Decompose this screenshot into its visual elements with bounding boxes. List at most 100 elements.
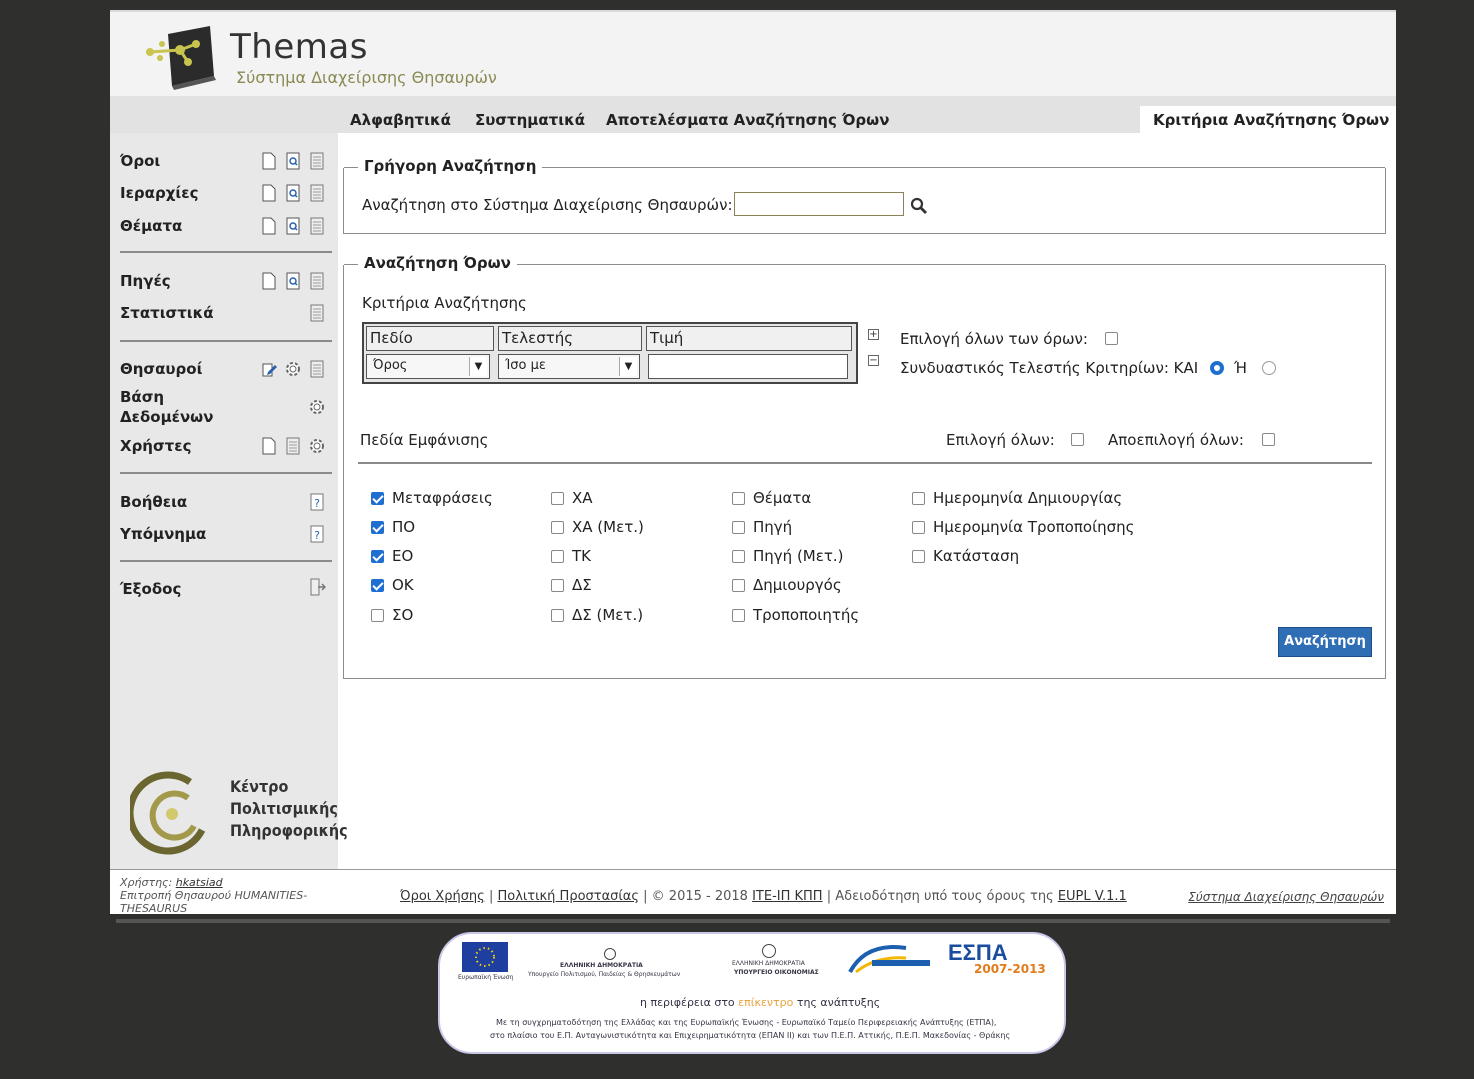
- field-label: Πηγή: [753, 518, 793, 536]
- add-criterion-icon[interactable]: +: [868, 329, 879, 340]
- ministry2-emblem-icon: [762, 944, 776, 958]
- eu-flag-icon: [462, 942, 508, 972]
- footer-system-link[interactable]: Σύστημα Διαχείρισης Θησαυρών: [1188, 890, 1384, 904]
- search-document-icon[interactable]: [284, 271, 302, 291]
- field-label: Δημιουργός: [753, 576, 842, 594]
- quick-search-label: Αναζήτηση στο Σύστημα Διαχείρισης Θησαυρ…: [362, 196, 733, 214]
- sidebar: Όροι Ιεραρχίες Θέματα Πηγές Στατιστικά Θ…: [110, 133, 348, 869]
- sidebar-item-statistics[interactable]: Στατιστικά: [120, 303, 214, 323]
- new-document-icon[interactable]: [260, 216, 278, 236]
- edit-icon[interactable]: [260, 359, 278, 379]
- deselect-all-checkbox[interactable]: [1262, 433, 1275, 446]
- epan-logo-icon: [846, 942, 932, 982]
- privacy-link[interactable]: Πολιτική Προστασίας: [497, 889, 639, 904]
- sidebar-item-legend[interactable]: Υπόμνημα: [120, 524, 206, 544]
- legend-line: [536, 167, 1385, 168]
- remove-criterion-icon[interactable]: −: [868, 355, 879, 366]
- search-document-icon[interactable]: [284, 183, 302, 203]
- user-name-link[interactable]: hkatsiad: [176, 876, 223, 889]
- sidebar-item-users[interactable]: Χρήστες: [120, 436, 191, 456]
- field-checkbox-status[interactable]: [912, 550, 925, 563]
- list-document-icon[interactable]: [308, 271, 326, 291]
- sidebar-item-thesauri[interactable]: Θησαυροί: [120, 359, 202, 379]
- field-label: Ημερομηνία Δημιουργίας: [933, 489, 1123, 507]
- and-radio[interactable]: [1210, 361, 1224, 375]
- footer-user-info: Χρήστης: hkatsiad Επιτροπή Θησαυρού HUMA…: [120, 876, 340, 915]
- field-checkbox-eo[interactable]: [371, 550, 384, 563]
- help-icon[interactable]: ?: [308, 492, 326, 512]
- tab-search-criteria[interactable]: Κριτήρια Αναζήτησης Όρων: [1140, 106, 1396, 133]
- field-checkbox-creator[interactable]: [732, 579, 745, 592]
- field-checkbox-so[interactable]: [371, 609, 384, 622]
- search-document-icon[interactable]: [284, 151, 302, 171]
- sidebar-divider: [120, 340, 332, 342]
- search-document-icon[interactable]: [284, 216, 302, 236]
- tab-systematic[interactable]: Συστηματικά: [475, 111, 585, 129]
- quick-search-input[interactable]: [734, 192, 904, 216]
- term-search-legend: Αναζήτηση Όρων: [358, 254, 517, 272]
- sidebar-item-hierarchies[interactable]: Ιεραρχίες: [120, 183, 198, 203]
- operator-select[interactable]: Ίσο με ▼: [498, 354, 640, 379]
- user-prefix: Χρήστης:: [120, 876, 173, 889]
- list-document-icon[interactable]: [308, 303, 326, 323]
- search-button[interactable]: Αναζήτηση: [1278, 627, 1372, 657]
- sidebar-item-database[interactable]: Βάση Δεδομένων: [120, 387, 230, 427]
- field-checkbox-tk[interactable]: [551, 550, 564, 563]
- list-document-icon[interactable]: [284, 436, 302, 456]
- help-icon[interactable]: ?: [308, 524, 326, 544]
- value-input[interactable]: [648, 354, 848, 379]
- gear-icon[interactable]: [308, 397, 326, 417]
- field-label: ΣΟ: [392, 606, 414, 624]
- sidebar-item-help[interactable]: Βοήθεια: [120, 492, 187, 512]
- list-document-icon[interactable]: [308, 151, 326, 171]
- field-checkbox-modifier[interactable]: [732, 609, 745, 622]
- field-checkbox-ok[interactable]: [371, 579, 384, 592]
- field-checkbox-ds-trans[interactable]: [551, 609, 564, 622]
- field-checkbox-xa-trans[interactable]: [551, 521, 564, 534]
- terms-link[interactable]: Όροι Χρήσης: [400, 889, 485, 904]
- field-checkbox-ds[interactable]: [551, 579, 564, 592]
- svg-text:?: ?: [314, 529, 320, 542]
- tab-alphabetical[interactable]: Αλφαβητικά: [350, 111, 451, 129]
- or-radio[interactable]: [1262, 361, 1276, 375]
- field-checkbox-xa[interactable]: [551, 492, 564, 505]
- field-label: ΧΑ: [572, 489, 593, 507]
- new-document-icon[interactable]: [260, 436, 278, 456]
- field-select[interactable]: Όρος ▼: [366, 354, 490, 379]
- field-checkbox-modified-date[interactable]: [912, 521, 925, 534]
- field-checkbox-po[interactable]: [371, 521, 384, 534]
- list-document-icon[interactable]: [308, 359, 326, 379]
- tab-search-results[interactable]: Αποτελέσματα Αναζήτησης Όρων: [606, 111, 889, 129]
- field-checkbox-created-date[interactable]: [912, 492, 925, 505]
- select-all-terms-label: Επιλογή όλων των όρων:: [900, 330, 1088, 348]
- field-checkbox-source-trans[interactable]: [732, 550, 745, 563]
- sidebar-item-sources[interactable]: Πηγές: [120, 271, 171, 291]
- search-icon[interactable]: [910, 196, 928, 216]
- select-all-terms-checkbox[interactable]: [1105, 332, 1118, 345]
- footer-links: Όροι Χρήσης | Πολιτική Προστασίας | © 20…: [400, 889, 1127, 904]
- new-document-icon[interactable]: [260, 183, 278, 203]
- gear-icon[interactable]: [284, 359, 302, 379]
- field-checkbox-source[interactable]: [732, 521, 745, 534]
- license-link[interactable]: EUPL V.1.1: [1058, 889, 1127, 904]
- field-checkbox-translations[interactable]: [371, 492, 384, 505]
- field-label: Πηγή (Μετ.): [753, 547, 844, 565]
- sidebar-item-exit[interactable]: Έξοδος: [120, 579, 181, 599]
- field-checkbox-topics[interactable]: [732, 492, 745, 505]
- sidebar-item-terms[interactable]: Όροι: [120, 151, 160, 171]
- field-label: ΔΣ (Μετ.): [572, 606, 644, 624]
- list-document-icon[interactable]: [308, 216, 326, 236]
- sidebar-item-topics[interactable]: Θέματα: [120, 216, 182, 236]
- new-document-icon[interactable]: [260, 151, 278, 171]
- gear-icon[interactable]: [308, 436, 326, 456]
- list-document-icon[interactable]: [308, 183, 326, 203]
- org-link[interactable]: ΙΤΕ-ΙΠ ΚΠΠ: [752, 889, 823, 904]
- org-logo-line: Κέντρο: [230, 777, 289, 796]
- footer-divider: [110, 869, 1396, 870]
- new-document-icon[interactable]: [260, 271, 278, 291]
- org-logo-line: Πολιτισμικής: [230, 799, 338, 818]
- combine-operator-label: Συνδυαστικός Τελεστής Κριτηρίων: ΚΑΙ: [900, 359, 1199, 377]
- select-all-checkbox[interactable]: [1071, 433, 1084, 446]
- logout-icon[interactable]: [308, 577, 326, 597]
- thesaurus-line: Επιτροπή Θησαυρού HUMANITIES-THESAURUS: [120, 889, 308, 915]
